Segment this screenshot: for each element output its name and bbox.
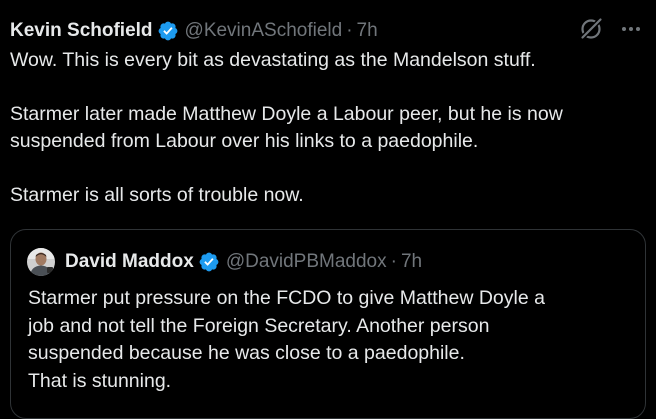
- more-icon[interactable]: [618, 16, 644, 42]
- tweet-paragraph: Starmer is all sorts of trouble now.: [10, 184, 304, 206]
- separator-dot: ·: [346, 20, 353, 41]
- quoted-tweet-header: David Maddox @DavidPBMaddox · 7h: [27, 246, 422, 278]
- tweet-actions: [578, 16, 644, 42]
- quoted-text-line: suspended because he was close to a paed…: [28, 342, 465, 364]
- author-handle[interactable]: @KevinASchofield: [185, 20, 343, 42]
- quoted-tweet-text: Starmer put pressure on the FCDO to give…: [28, 285, 628, 395]
- quoted-author-handle[interactable]: @DavidPBMaddox: [226, 251, 387, 273]
- tweet-text: Wow. This is every bit as devastating as…: [10, 47, 646, 209]
- timestamp[interactable]: 7h: [357, 20, 378, 42]
- author-name[interactable]: Kevin Schofield: [10, 20, 153, 42]
- quoted-timestamp[interactable]: 7h: [401, 251, 422, 273]
- grok-icon[interactable]: [578, 16, 604, 42]
- tweet-header: Kevin Schofield @KevinASchofield · 7h: [10, 17, 378, 45]
- tweet[interactable]: Kevin Schofield @KevinASchofield · 7h Wo…: [0, 0, 656, 419]
- verified-badge-icon: [199, 252, 219, 272]
- quoted-text-line: That is stunning.: [28, 369, 172, 392]
- tweet-paragraph: Wow. This is every bit as devastating as…: [10, 49, 536, 71]
- quoted-text-line: Starmer put pressure on the FCDO to give…: [28, 287, 545, 309]
- avatar[interactable]: [27, 248, 55, 276]
- quoted-author-name[interactable]: David Maddox: [65, 251, 194, 273]
- verified-badge-icon: [158, 21, 177, 41]
- tweet-paragraph: Starmer later made Matthew Doyle a Labou…: [10, 103, 563, 152]
- separator-dot: ·: [390, 251, 397, 272]
- quoted-text-line: job and not tell the Foreign Secretary. …: [28, 314, 490, 337]
- quoted-tweet[interactable]: David Maddox @DavidPBMaddox · 7h Starmer…: [10, 229, 646, 419]
